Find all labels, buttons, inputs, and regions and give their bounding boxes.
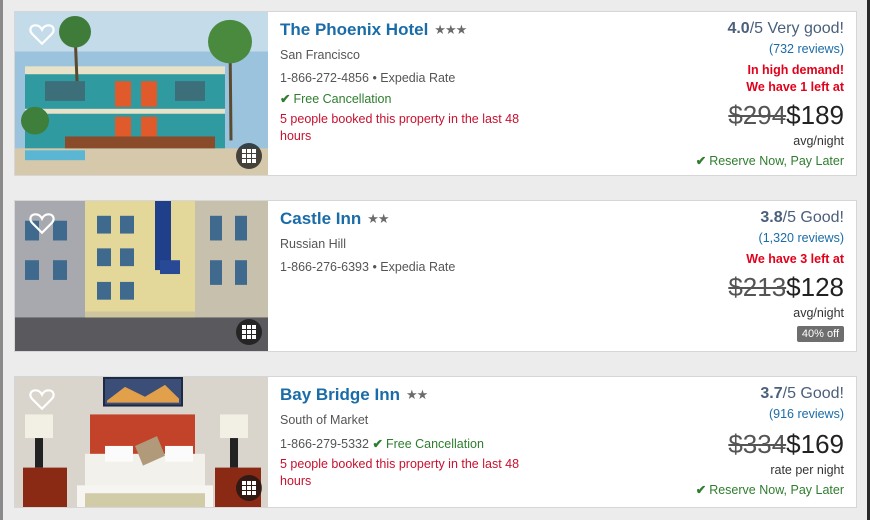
booked-note: 5 people booked this property in the las…	[280, 457, 520, 488]
free-cancellation-label: Free Cancellation	[293, 92, 392, 106]
price-unit: avg/night	[793, 306, 844, 320]
free-cancellation: ✔ Free Cancellation	[280, 91, 580, 106]
hotel-card-phoenix[interactable]: The Phoenix Hotel ★★★ San Francisco 1-86…	[14, 11, 857, 176]
price-row: $213$128	[584, 272, 844, 303]
hotel-phone-line: 1-866-272-4856 • Expedia Rate	[280, 71, 456, 85]
hotel-name-link[interactable]: The Phoenix Hotel	[280, 20, 428, 40]
current-price: $189	[786, 100, 844, 130]
hotel-photo[interactable]	[15, 377, 268, 507]
favorite-heart-icon[interactable]	[29, 211, 55, 235]
reserve-later: ✔ Reserve Now, Pay Later	[584, 482, 844, 497]
favorite-heart-icon[interactable]	[29, 387, 55, 411]
reserve-later: ✔ Reserve Now, Pay Later	[584, 153, 844, 168]
reserve-later-label: Reserve Now, Pay Later	[709, 154, 844, 168]
hotel-card-bay-bridge-inn[interactable]: Bay Bridge Inn ★★ South of Market 1-866-…	[14, 376, 857, 508]
favorite-heart-icon[interactable]	[29, 22, 55, 46]
original-price: $294	[728, 100, 787, 130]
current-price: $128	[786, 272, 844, 302]
hotel-phone[interactable]: 1-866-272-4856	[280, 71, 369, 85]
photo-gallery-icon[interactable]	[236, 319, 262, 345]
star-rating-icon: ★★	[405, 387, 428, 402]
hotel-location: South of Market	[280, 413, 369, 427]
check-icon: ✔	[372, 437, 383, 451]
check-icon: ✔	[695, 483, 707, 497]
hotel-phone[interactable]: 1-866-279-5332	[280, 437, 369, 451]
star-rating-icon: ★★	[367, 211, 389, 226]
rooms-left-alert: We have 3 left at	[746, 252, 844, 266]
window-frame-left	[0, 0, 3, 520]
hotel-name-link[interactable]: Bay Bridge Inn	[280, 385, 400, 405]
reviews-link[interactable]: (732 reviews)	[584, 42, 844, 56]
rooms-left-alert: We have 1 left at	[746, 80, 844, 94]
current-price: $169	[786, 429, 844, 459]
price-row: $294$189	[584, 100, 844, 131]
demand-alert: In high demand!	[747, 63, 844, 77]
hotel-phone[interactable]: 1-866-276-6393	[280, 260, 369, 274]
hotel-info: Castle Inn ★★ Russian Hill 1-866-276-639…	[280, 209, 580, 274]
price-panel: 3.8/5 Good! (1,320 reviews) We have 3 le…	[584, 209, 844, 342]
rating-score: 4.0	[727, 20, 750, 37]
rating-score: 3.7	[760, 385, 783, 402]
rate-note: Expedia Rate	[380, 260, 456, 274]
booked-note: 5 people booked this property in the las…	[280, 112, 520, 143]
rating-text: /5 Good!	[782, 209, 844, 226]
hotel-info: Bay Bridge Inn ★★ South of Market 1-866-…	[280, 385, 580, 490]
photo-gallery-icon[interactable]	[236, 475, 262, 501]
original-price: $334	[728, 429, 787, 459]
hotel-location: San Francisco	[280, 48, 360, 62]
discount-badge: 40% off	[796, 326, 844, 342]
check-icon: ✔	[695, 154, 707, 168]
hotel-phone-line: 1-866-276-6393 • Expedia Rate	[280, 260, 456, 274]
check-icon: ✔	[280, 92, 291, 106]
price-panel: 4.0/5 Very good! (732 reviews) In high d…	[584, 20, 844, 168]
price-unit: avg/night	[793, 134, 844, 148]
hotel-phone-line: 1-866-279-5332 ✔ Free Cancellation	[280, 436, 580, 451]
hotel-photo[interactable]	[15, 12, 268, 175]
guest-rating: 4.0/5 Very good!	[584, 20, 844, 38]
price-unit: rate per night	[770, 463, 844, 477]
photo-gallery-icon[interactable]	[236, 143, 262, 169]
price-row: $334$169	[584, 429, 844, 460]
price-panel: 3.7/5 Good! (916 reviews) $334$169 rate …	[584, 385, 844, 497]
rating-text: /5 Good!	[782, 385, 844, 402]
hotel-location: Russian Hill	[280, 237, 346, 251]
hotel-info: The Phoenix Hotel ★★★ San Francisco 1-86…	[280, 20, 580, 145]
rate-note: Expedia Rate	[380, 71, 456, 85]
hotel-card-castle-inn[interactable]: Castle Inn ★★ Russian Hill 1-866-276-639…	[14, 200, 857, 352]
rating-score: 3.8	[760, 209, 783, 226]
reviews-link[interactable]: (1,320 reviews)	[584, 231, 844, 245]
hotel-name-link[interactable]: Castle Inn	[280, 209, 361, 229]
reserve-later-label: Reserve Now, Pay Later	[709, 483, 844, 497]
hotel-photo[interactable]	[15, 201, 268, 351]
star-rating-icon: ★★★	[434, 22, 467, 37]
free-cancellation-label: Free Cancellation	[385, 437, 484, 451]
guest-rating: 3.7/5 Good!	[584, 385, 844, 403]
rating-text: /5 Very good!	[749, 20, 844, 37]
reviews-link[interactable]: (916 reviews)	[584, 407, 844, 421]
original-price: $213	[728, 272, 787, 302]
guest-rating: 3.8/5 Good!	[584, 209, 844, 227]
